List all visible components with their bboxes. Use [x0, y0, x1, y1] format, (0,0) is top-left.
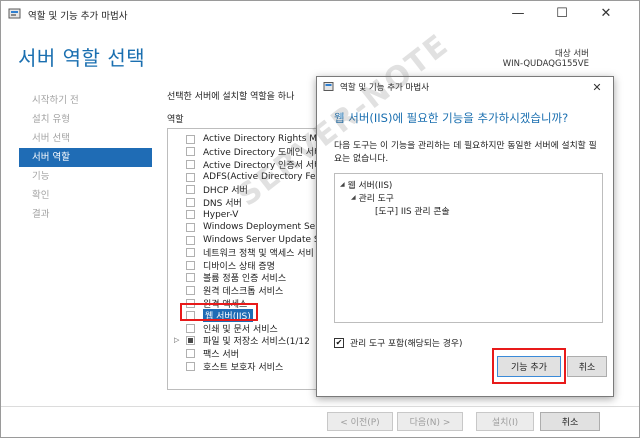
- next-button[interactable]: 다음(N) >: [397, 412, 463, 431]
- role-item[interactable]: 팩스 서버: [186, 347, 239, 360]
- dialog-info-text: 다음 도구는 이 기능을 관리하는 데 필요하지만 동일한 서버에 설치할 필요…: [334, 141, 597, 164]
- role-checkbox[interactable]: [186, 323, 195, 333]
- step-confirmation[interactable]: 확인: [19, 186, 152, 205]
- role-checkbox[interactable]: [186, 210, 195, 220]
- step-server-roles[interactable]: 서버 역할: [19, 148, 152, 167]
- role-checkbox[interactable]: [186, 185, 195, 195]
- cancel-button[interactable]: 취소: [540, 412, 600, 431]
- role-checkbox[interactable]: [186, 248, 195, 258]
- include-tools-option[interactable]: ✔ 관리 도구 포함(해당되는 경우): [334, 336, 462, 349]
- expand-arrow-icon[interactable]: ▷: [174, 336, 179, 344]
- tree-item-label: 웹 서버(IIS): [347, 181, 393, 191]
- role-checkbox[interactable]: [186, 361, 195, 371]
- install-button[interactable]: 설치(I): [476, 412, 534, 431]
- role-item[interactable]: 네트워크 정책 및 액세스 서비: [186, 246, 314, 259]
- role-label: 볼륨 정품 인증 서비스: [203, 274, 287, 285]
- role-item[interactable]: Windows Deployment Serv: [186, 221, 319, 234]
- role-item[interactable]: 호스트 보호자 서비스: [186, 360, 283, 373]
- footer-separator: [1, 406, 639, 407]
- maximize-button[interactable]: ☐: [541, 1, 583, 25]
- role-item[interactable]: 파일 및 저장소 서비스(1/12: [186, 335, 310, 348]
- step-results[interactable]: 결과: [19, 205, 152, 224]
- include-tools-checkbox[interactable]: ✔: [334, 337, 344, 348]
- role-label: 인쇄 및 문서 서비스: [203, 324, 278, 335]
- window-title: 역할 및 기능 추가 마법사: [28, 11, 128, 22]
- role-label: DNS 서버: [203, 198, 242, 209]
- role-checkbox[interactable]: [186, 134, 195, 144]
- server-manager-icon: [8, 8, 21, 19]
- role-label: 디바이스 상태 증명: [203, 261, 275, 272]
- role-checkbox[interactable]: [186, 159, 195, 169]
- wizard-steps: 시작하기 전 설치 유형 서버 선택 서버 역할 기능 확인 결과: [19, 91, 152, 224]
- tree-item: [도구] IIS 관리 콘솔: [375, 204, 450, 217]
- highlight-box-web-server: [180, 303, 258, 321]
- title-bar[interactable]: 역할 및 기능 추가 마법사 — ☐ ✕: [1, 1, 639, 27]
- highlight-box-add-features: [492, 348, 566, 384]
- destination-server-label: 대상 서버: [555, 49, 589, 59]
- role-item[interactable]: Windows Server Update Se: [186, 234, 319, 247]
- features-tree: ◢ 웹 서버(IIS) ◢ 관리 도구 [도구] IIS 관리 콘솔: [334, 173, 603, 323]
- role-label: 호스트 보호자 서비스: [203, 362, 284, 373]
- tree-item-label: [도구] IIS 관리 콘솔: [375, 207, 450, 217]
- role-label: 원격 데스크톱 서비스: [203, 286, 284, 297]
- destination-server-name: WIN-QUDAQG155VE: [502, 59, 589, 69]
- role-checkbox[interactable]: [186, 273, 195, 283]
- prev-button[interactable]: < 이전(P): [327, 412, 393, 431]
- dialog-cancel-button[interactable]: 취소: [567, 356, 607, 377]
- step-before-you-begin[interactable]: 시작하기 전: [19, 91, 152, 110]
- role-label: Windows Server Update Se: [203, 235, 319, 246]
- role-item[interactable]: 원격 데스크톱 서비스: [186, 284, 283, 297]
- step-installation-type[interactable]: 설치 유형: [19, 110, 152, 129]
- role-item[interactable]: DNS 서버: [186, 196, 242, 209]
- role-checkbox[interactable]: [186, 260, 195, 270]
- role-label: Hyper-V: [203, 209, 239, 220]
- close-button[interactable]: ✕: [585, 1, 627, 25]
- close-icon: ✕: [600, 5, 612, 21]
- minimize-button[interactable]: —: [497, 1, 539, 25]
- roles-description: 선택한 서버에 설치할 역할을 하나: [167, 92, 295, 102]
- role-item[interactable]: 디바이스 상태 증명: [186, 259, 275, 272]
- step-server-selection[interactable]: 서버 선택: [19, 129, 152, 148]
- page-title: 서버 역할 선택: [18, 46, 146, 70]
- role-checkbox[interactable]: [186, 147, 195, 157]
- role-checkbox[interactable]: [186, 172, 195, 182]
- role-checkbox[interactable]: [186, 235, 195, 245]
- role-label: 파일 및 저장소 서비스(1/12: [203, 337, 310, 348]
- role-label: 팩스 서버: [203, 349, 239, 360]
- role-label: 네트워크 정책 및 액세스 서비: [203, 249, 314, 260]
- role-item[interactable]: 인쇄 및 문서 서비스: [186, 322, 278, 335]
- role-checkbox[interactable]: [186, 197, 195, 207]
- role-checkbox[interactable]: [186, 222, 195, 232]
- role-item[interactable]: Hyper-V: [186, 209, 238, 222]
- include-tools-label: 관리 도구 포함(해당되는 경우): [350, 339, 463, 349]
- role-label: Windows Deployment Serv: [203, 222, 319, 233]
- server-manager-icon: [323, 82, 334, 91]
- wizard-window: 역할 및 기능 추가 마법사 — ☐ ✕ 서버 역할 선택 대상 서버 WIN-…: [0, 0, 640, 438]
- role-checkbox[interactable]: [186, 285, 195, 295]
- dialog-close-button[interactable]: ✕: [581, 77, 613, 97]
- tree-expanded-icon[interactable]: ◢: [351, 194, 356, 201]
- tree-item: ◢ 관리 도구: [351, 191, 394, 204]
- role-checkbox[interactable]: [186, 348, 195, 358]
- tree-expanded-icon[interactable]: ◢: [340, 181, 345, 188]
- tree-item: ◢ 웹 서버(IIS): [340, 178, 392, 191]
- tree-item-label: 관리 도구: [358, 194, 394, 204]
- roles-column-header: 역할: [167, 115, 184, 125]
- step-features[interactable]: 기능: [19, 167, 152, 186]
- minimize-icon: —: [511, 5, 525, 21]
- role-checkbox[interactable]: [186, 336, 195, 346]
- checkmark-icon: ✔: [335, 337, 343, 347]
- role-item[interactable]: 볼륨 정품 인증 서비스: [186, 272, 287, 285]
- close-icon: ✕: [592, 80, 602, 94]
- maximize-icon: ☐: [556, 5, 568, 21]
